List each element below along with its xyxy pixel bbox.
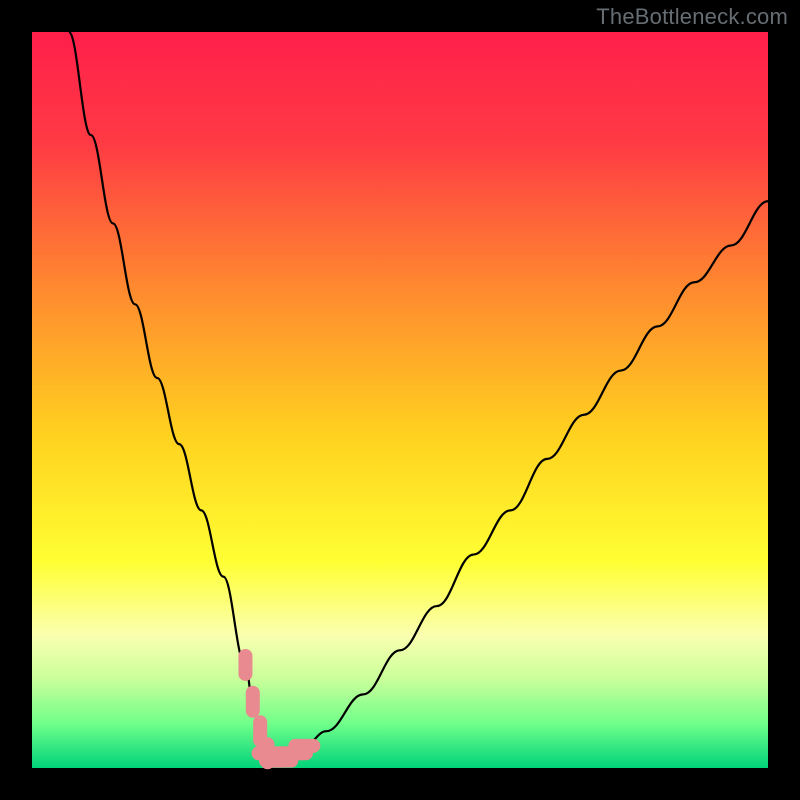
curve-layer: [32, 32, 768, 768]
plot-area: [32, 32, 768, 768]
bottleneck-curve: [69, 32, 768, 761]
watermark-text: TheBottleneck.com: [596, 4, 788, 30]
highlight-marks: [245, 656, 313, 762]
chart-frame: TheBottleneck.com: [0, 0, 800, 800]
